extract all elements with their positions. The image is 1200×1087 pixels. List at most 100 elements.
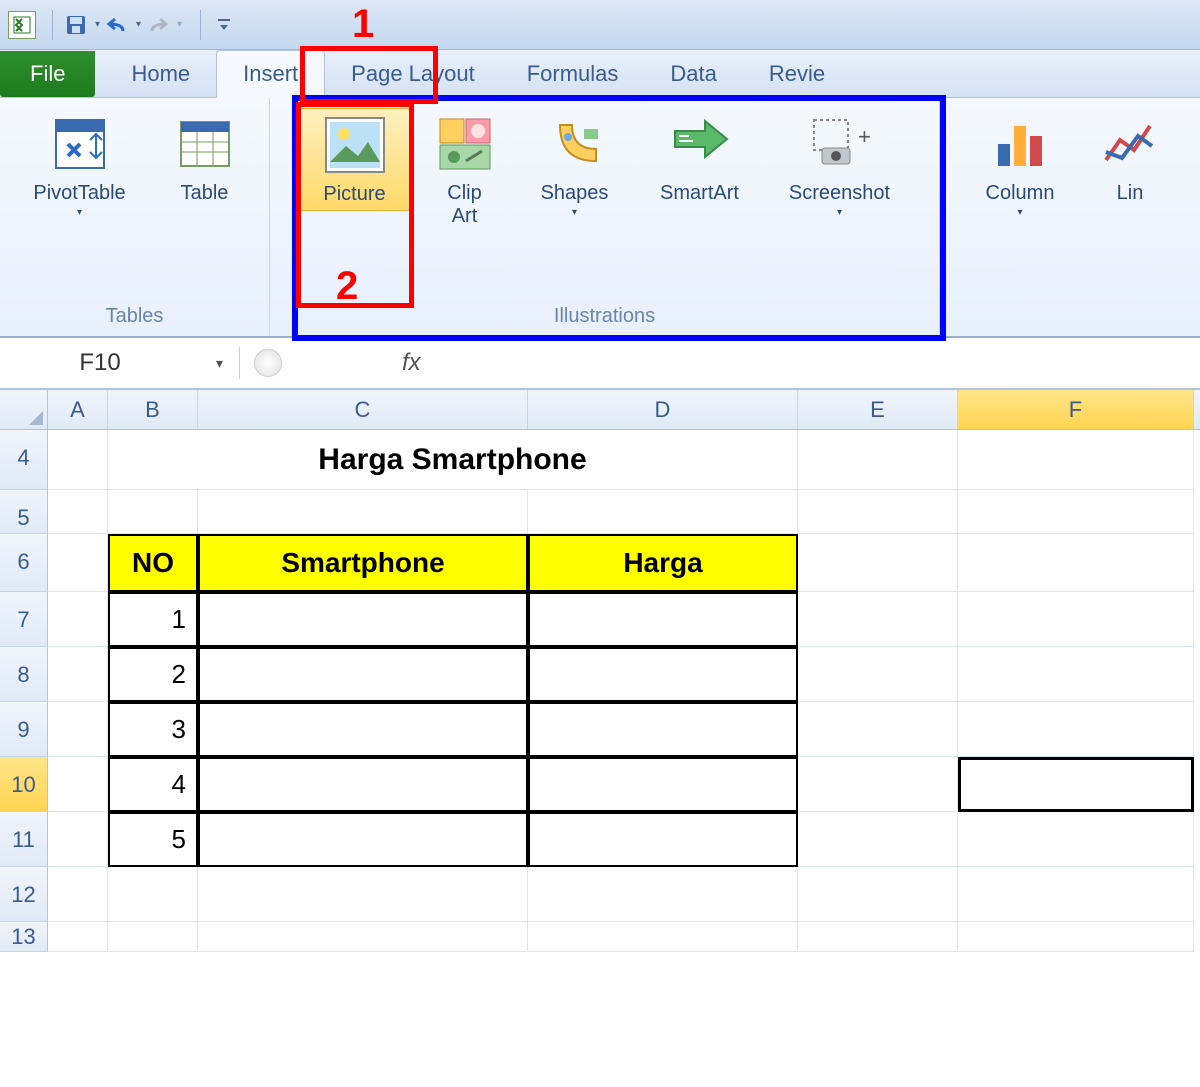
col-header-C[interactable]: C (198, 390, 528, 429)
cell-D12[interactable] (528, 867, 798, 922)
cell-E11[interactable] (798, 812, 958, 867)
cell-E10[interactable] (798, 757, 958, 812)
row-header-4[interactable]: 4 (0, 430, 48, 490)
cell-F7[interactable] (958, 592, 1194, 647)
cell-E8[interactable] (798, 647, 958, 702)
cell-B5[interactable] (108, 490, 198, 534)
cell-F10[interactable] (958, 757, 1194, 812)
row-header-8[interactable]: 8 (0, 647, 48, 702)
cell-F9[interactable] (958, 702, 1194, 757)
col-header-D[interactable]: D (528, 390, 798, 429)
table-button[interactable]: Table (155, 108, 255, 209)
cell-C6[interactable]: Smartphone (198, 534, 528, 592)
tab-page-layout[interactable]: Page Layout (325, 51, 501, 97)
cell-F12[interactable] (958, 867, 1194, 922)
picture-button[interactable]: Picture (300, 108, 410, 211)
cell-C11[interactable] (198, 812, 528, 867)
cell-B8[interactable]: 2 (108, 647, 198, 702)
cell-B9[interactable]: 3 (108, 702, 198, 757)
save-button[interactable] (61, 10, 91, 40)
spreadsheet-grid[interactable]: A B C D E F 4 Harga Smartphone 5 6 NO Sm… (0, 390, 1200, 952)
cell-A8[interactable] (48, 647, 108, 702)
save-dropdown-icon[interactable]: ▾ (95, 19, 100, 30)
cell-A13[interactable] (48, 922, 108, 952)
cell-C13[interactable] (198, 922, 528, 952)
cell-A12[interactable] (48, 867, 108, 922)
tab-formulas[interactable]: Formulas (501, 51, 645, 97)
cell-B6[interactable]: NO (108, 534, 198, 592)
row-header-11[interactable]: 11 (0, 812, 48, 867)
col-header-F[interactable]: F (958, 390, 1194, 429)
cell-A5[interactable] (48, 490, 108, 534)
cell-E4[interactable] (798, 430, 958, 490)
cell-C7[interactable] (198, 592, 528, 647)
cell-B13[interactable] (108, 922, 198, 952)
cell-D8[interactable] (528, 647, 798, 702)
line-chart-button[interactable]: Lin (1085, 108, 1175, 209)
cell-D5[interactable] (528, 490, 798, 534)
column-chart-button[interactable]: Column ▾ (965, 108, 1075, 222)
pivottable-button[interactable]: PivotTable ▾ (15, 108, 145, 222)
cell-D9[interactable] (528, 702, 798, 757)
screenshot-button[interactable]: + Screenshot ▾ (770, 108, 910, 222)
redo-dropdown-icon[interactable]: ▾ (177, 19, 182, 30)
shapes-button[interactable]: Shapes ▾ (520, 108, 630, 222)
cell-F8[interactable] (958, 647, 1194, 702)
cell-F11[interactable] (958, 812, 1194, 867)
cell-D7[interactable] (528, 592, 798, 647)
select-all-corner[interactable] (0, 390, 48, 429)
cell-B10[interactable]: 4 (108, 757, 198, 812)
cell-F6[interactable] (958, 534, 1194, 592)
cell-E12[interactable] (798, 867, 958, 922)
cell-E13[interactable] (798, 922, 958, 952)
cell-B12[interactable] (108, 867, 198, 922)
cell-C9[interactable] (198, 702, 528, 757)
cell-C5[interactable] (198, 490, 528, 534)
col-header-A[interactable]: A (48, 390, 108, 429)
row-header-9[interactable]: 9 (0, 702, 48, 757)
cell-E9[interactable] (798, 702, 958, 757)
cell-D10[interactable] (528, 757, 798, 812)
formula-input[interactable] (421, 352, 1200, 375)
row-header-7[interactable]: 7 (0, 592, 48, 647)
row-header-13[interactable]: 13 (0, 922, 48, 952)
cell-F13[interactable] (958, 922, 1194, 952)
row-header-10[interactable]: 10 (0, 757, 48, 812)
cell-A9[interactable] (48, 702, 108, 757)
cell-E6[interactable] (798, 534, 958, 592)
cell-C10[interactable] (198, 757, 528, 812)
cell-A6[interactable] (48, 534, 108, 592)
cell-E7[interactable] (798, 592, 958, 647)
cell-F4[interactable] (958, 430, 1194, 490)
cell-C8[interactable] (198, 647, 528, 702)
cell-A7[interactable] (48, 592, 108, 647)
row-header-5[interactable]: 5 (0, 490, 48, 534)
cell-E5[interactable] (798, 490, 958, 534)
row-header-12[interactable]: 12 (0, 867, 48, 922)
redo-button[interactable] (143, 10, 173, 40)
name-box-dropdown[interactable]: ▾ (200, 347, 240, 379)
cell-D6[interactable]: Harga (528, 534, 798, 592)
cell-title[interactable]: Harga Smartphone (108, 430, 798, 490)
undo-button[interactable] (102, 10, 132, 40)
name-box[interactable]: F10 (0, 349, 200, 377)
tab-review[interactable]: Revie (743, 51, 851, 97)
cell-A10[interactable] (48, 757, 108, 812)
tab-file[interactable]: File (0, 51, 95, 97)
tab-insert[interactable]: Insert (216, 50, 325, 98)
tab-home[interactable]: Home (105, 51, 216, 97)
clipart-button[interactable]: Clip Art (420, 108, 510, 232)
col-header-E[interactable]: E (798, 390, 958, 429)
smartart-button[interactable]: SmartArt (640, 108, 760, 209)
cell-F5[interactable] (958, 490, 1194, 534)
cell-D13[interactable] (528, 922, 798, 952)
undo-dropdown-icon[interactable]: ▾ (136, 19, 141, 30)
cell-A4[interactable] (48, 430, 108, 490)
qat-customize-button[interactable] (209, 10, 239, 40)
cell-C12[interactable] (198, 867, 528, 922)
cell-B11[interactable]: 5 (108, 812, 198, 867)
cell-D11[interactable] (528, 812, 798, 867)
tab-data[interactable]: Data (644, 51, 742, 97)
cell-B7[interactable]: 1 (108, 592, 198, 647)
col-header-B[interactable]: B (108, 390, 198, 429)
